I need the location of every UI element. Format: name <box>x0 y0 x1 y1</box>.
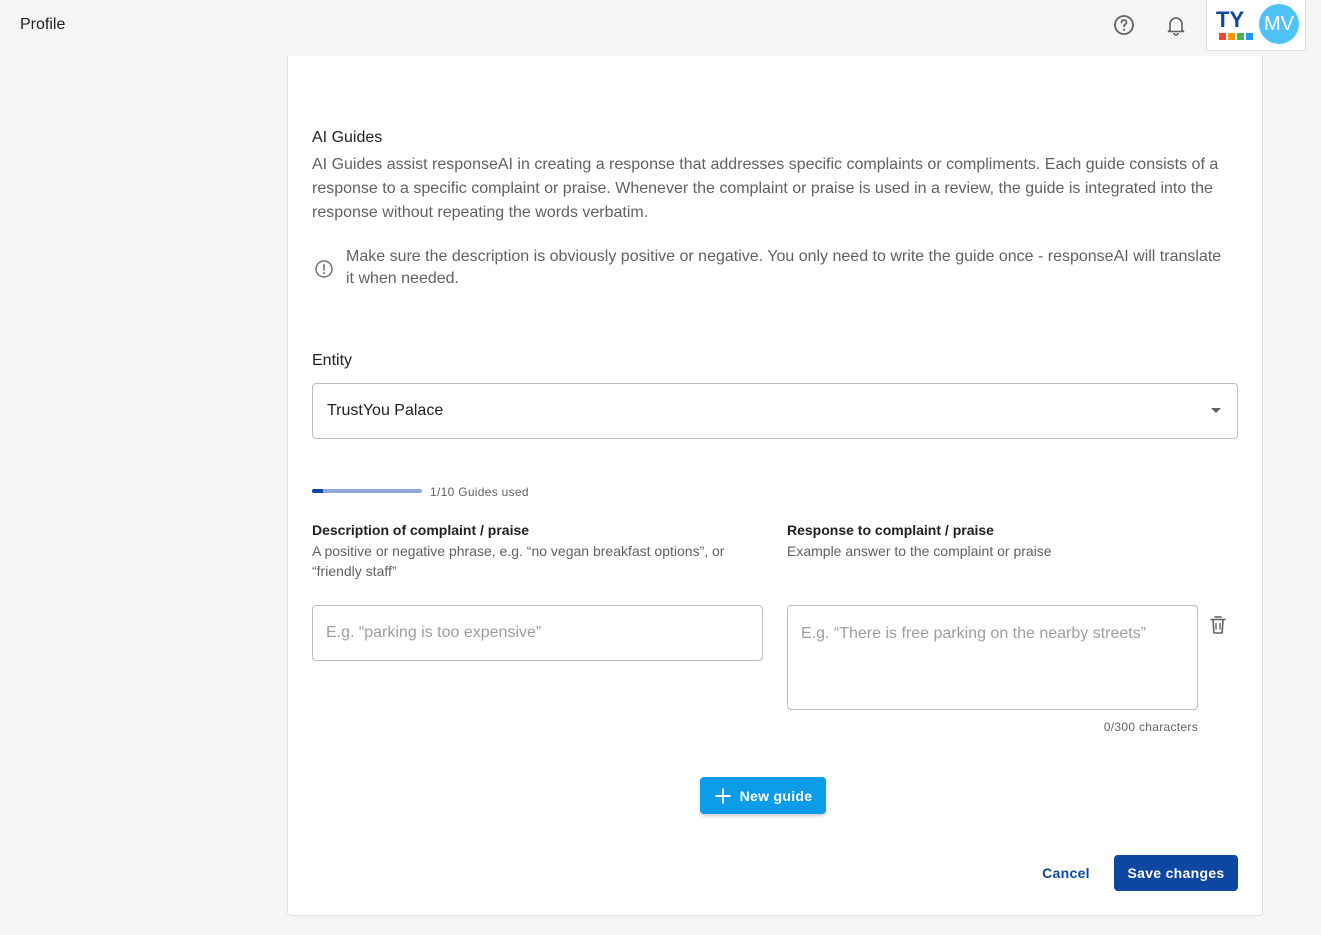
notifications-button[interactable] <box>1162 11 1190 39</box>
description-subtext: A positive or negative phrase, e.g. “no … <box>312 543 725 579</box>
description-input[interactable] <box>312 605 763 661</box>
trustyou-logo: TY <box>1216 7 1253 42</box>
hint-text: Make sure the description is obviously p… <box>346 248 1222 287</box>
ai-guides-card: AI Guides AI Guides assist responseAI in… <box>287 56 1263 916</box>
logo-bar-1 <box>1219 33 1226 40</box>
info-alert-icon <box>315 260 333 278</box>
page-title: Profile <box>20 16 66 33</box>
entity-selected-value: TrustYou Palace <box>327 402 444 419</box>
new-guide-label: New guide <box>739 787 813 804</box>
character-counter: 0/300 characters <box>1103 720 1198 734</box>
response-subtext: Example answer to the complaint or prais… <box>787 543 1052 559</box>
description-heading: Description of complaint / praise <box>312 522 530 538</box>
logo-bar-4 <box>1246 33 1253 40</box>
trash-icon <box>1210 616 1226 634</box>
logo-color-bars <box>1219 33 1253 40</box>
logo-text: TY <box>1216 7 1245 32</box>
guides-usage-fill <box>312 489 323 493</box>
new-guide-button[interactable]: New guide <box>700 777 826 814</box>
response-textarea[interactable] <box>787 605 1198 710</box>
logo-bar-2 <box>1228 33 1235 40</box>
logo-bar-3 <box>1237 33 1244 40</box>
help-circle-icon <box>1114 15 1134 35</box>
top-bar: Profile TY MV <box>0 0 1321 56</box>
response-heading: Response to complaint / praise <box>787 522 994 538</box>
cancel-button[interactable]: Cancel <box>1032 855 1100 891</box>
delete-guide-button[interactable] <box>1206 613 1230 637</box>
entity-label: Entity <box>312 352 353 369</box>
section-description: AI Guides assist responseAI in creating … <box>312 156 1219 221</box>
avatar[interactable]: MV <box>1259 4 1299 44</box>
help-button[interactable] <box>1110 11 1138 39</box>
bell-icon <box>1167 17 1185 36</box>
section-title: AI Guides <box>312 129 383 146</box>
guides-usage-bar <box>312 489 422 493</box>
guides-usage-text: 1/10 Guides used <box>430 485 529 499</box>
save-changes-button[interactable]: Save changes <box>1114 855 1238 891</box>
account-menu[interactable]: TY MV <box>1206 0 1306 51</box>
plus-icon <box>715 788 731 803</box>
entity-select[interactable]: TrustYou Palace <box>312 383 1238 439</box>
dropdown-arrow-icon <box>1211 408 1221 413</box>
